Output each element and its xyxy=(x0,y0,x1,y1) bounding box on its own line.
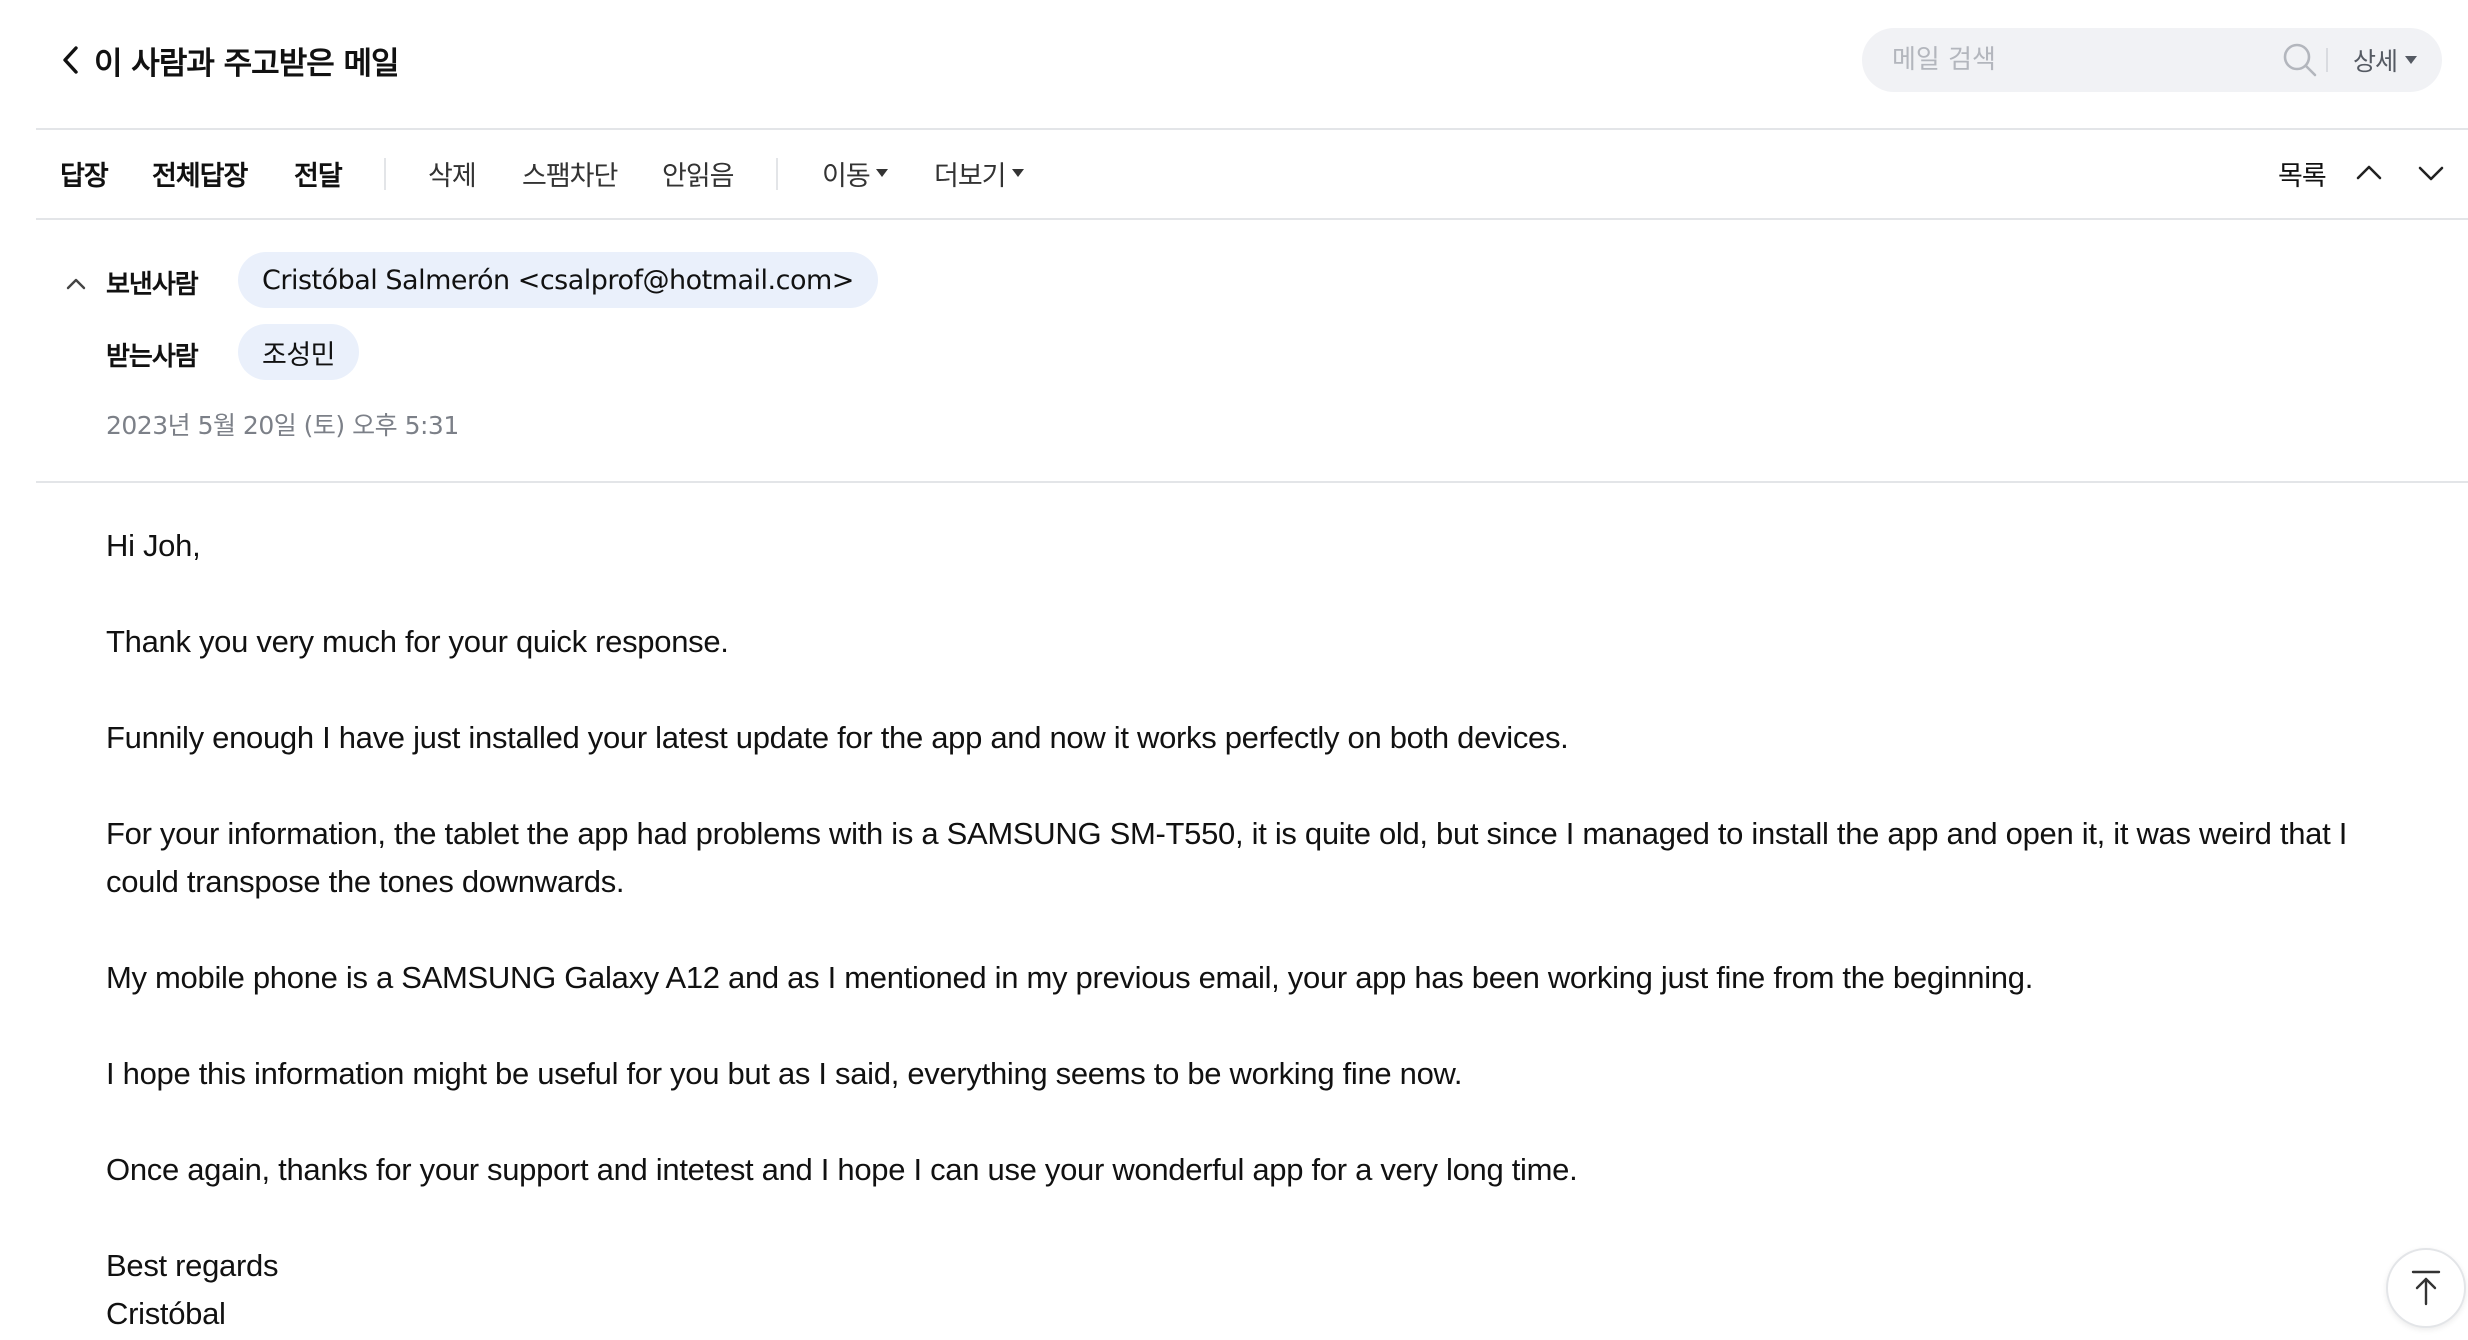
list-button[interactable]: 목록 xyxy=(2278,130,2327,216)
sender-chip[interactable]: Cristóbal Salmerón <csalprof@hotmail.com… xyxy=(238,252,878,308)
reply-button[interactable]: 답장 xyxy=(60,130,109,216)
previous-mail-button[interactable] xyxy=(2344,148,2394,198)
mail-paragraph: Funnily enough I have just installed you… xyxy=(106,720,1569,755)
toolbar-divider-line xyxy=(36,218,2468,220)
reply-all-button[interactable]: 전체답장 xyxy=(152,130,248,216)
search-detail-button[interactable]: 상세 xyxy=(2340,28,2430,92)
mark-unread-button[interactable]: 안읽음 xyxy=(662,130,735,216)
mail-paragraph: For your information, the tablet the app… xyxy=(106,816,2348,899)
more-button[interactable]: 더보기 xyxy=(934,130,1024,216)
mail-meta: 보낸사람 Cristóbal Salmerón <csalprof@hotmai… xyxy=(0,240,2468,480)
search-detail-label: 상세 xyxy=(2352,47,2398,76)
search-box: 상세 xyxy=(1862,28,2442,92)
meta-divider xyxy=(36,481,2468,483)
mail-paragraph: Once again, thanks for your support and … xyxy=(106,1152,1578,1187)
caret-down-icon xyxy=(1011,169,1024,177)
mail-paragraph: I hope this information might be useful … xyxy=(106,1056,1463,1091)
search-icon xyxy=(2280,40,2320,80)
next-mail-button[interactable] xyxy=(2406,148,2456,198)
search-input[interactable] xyxy=(1892,28,2292,92)
search-divider xyxy=(2326,48,2328,72)
forward-button[interactable]: 전달 xyxy=(294,130,343,216)
to-label: 받는사람 xyxy=(106,342,199,372)
chevron-down-icon xyxy=(2416,158,2446,188)
mail-view: 이 사람과 주고받은 메일 상세 답장 전체답장 전달 삭제 스팸차단 안읽음 xyxy=(0,0,2468,1340)
mail-signature: Cristóbal xyxy=(106,1296,226,1331)
back-button[interactable]: 이 사람과 주고받은 메일 xyxy=(56,38,400,82)
arrow-up-to-top-icon xyxy=(2408,1268,2444,1308)
recipient-chip[interactable]: 조성민 xyxy=(238,324,360,380)
chevron-up-icon xyxy=(2354,158,2384,188)
more-label: 더보기 xyxy=(934,160,1007,192)
caret-down-icon xyxy=(875,169,888,177)
mail-body: Hi Joh, Thank you very much for your qui… xyxy=(106,522,2426,1338)
mail-paragraph: My mobile phone is a SAMSUNG Galaxy A12 … xyxy=(106,960,2034,995)
scroll-to-top-button[interactable] xyxy=(2386,1248,2466,1328)
collapse-header-button[interactable] xyxy=(62,270,90,298)
move-button[interactable]: 이동 xyxy=(822,130,888,216)
from-label: 보낸사람 xyxy=(106,270,199,300)
mail-date: 2023년 5월 20일 (토) 오후 5:31 xyxy=(106,411,459,440)
mail-greeting: Hi Joh, xyxy=(106,528,201,563)
caret-down-icon xyxy=(2405,56,2417,64)
header: 이 사람과 주고받은 메일 상세 xyxy=(0,0,2468,128)
block-spam-button[interactable]: 스팸차단 xyxy=(522,130,618,216)
mail-paragraph: Thank you very much for your quick respo… xyxy=(106,624,729,659)
toolbar: 답장 전체답장 전달 삭제 스팸차단 안읽음 이동 더보기 목록 xyxy=(0,130,2468,216)
delete-button[interactable]: 삭제 xyxy=(428,130,477,216)
chevron-left-icon xyxy=(56,42,86,78)
mail-closing: Best regards xyxy=(106,1248,279,1283)
page-title: 이 사람과 주고받은 메일 xyxy=(94,45,400,82)
chevron-up-icon xyxy=(65,273,87,295)
toolbar-divider xyxy=(384,158,386,190)
move-label: 이동 xyxy=(822,160,871,192)
toolbar-divider xyxy=(776,158,778,190)
